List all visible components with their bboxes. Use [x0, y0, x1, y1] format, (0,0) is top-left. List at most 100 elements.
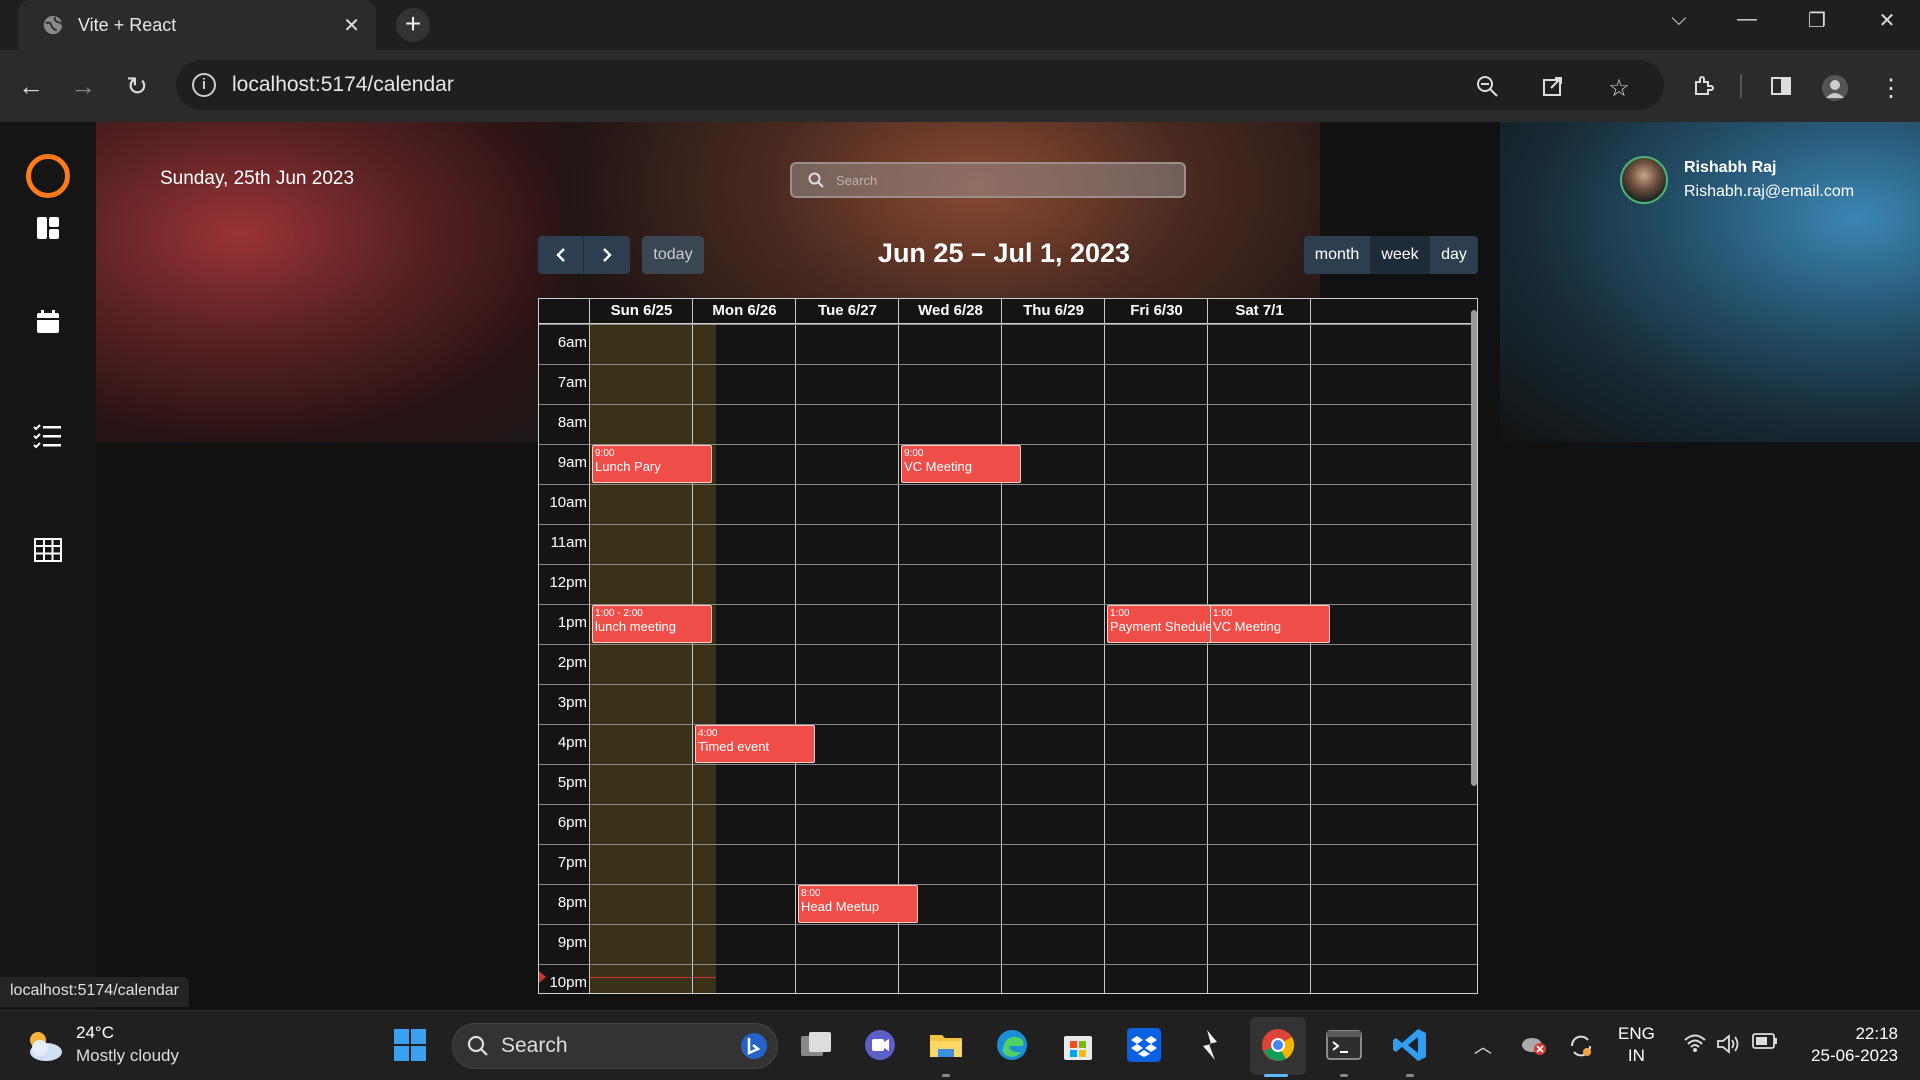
avatar[interactable] — [1620, 156, 1668, 204]
zoom-icon[interactable] — [1472, 74, 1502, 105]
task-view-icon[interactable] — [796, 1025, 836, 1065]
weather-widget[interactable]: 24°C Mostly cloudy — [24, 1023, 179, 1066]
calendar-event[interactable]: 8:00 Head Meetup — [798, 885, 918, 923]
teams-chat-icon[interactable] — [860, 1025, 900, 1065]
calendar-event[interactable]: 9:00 Lunch Pary — [592, 445, 712, 483]
day-header[interactable]: Sat 7/1 — [1208, 299, 1311, 323]
bookmark-star-icon[interactable]: ☆ — [1604, 74, 1634, 103]
calendar-event[interactable]: 4:00 Timed event — [695, 725, 815, 763]
volume-icon[interactable] — [1716, 1033, 1740, 1060]
close-window-button[interactable]: ✕ — [1872, 8, 1902, 33]
calendar-icon[interactable] — [32, 306, 64, 338]
edge-browser-icon[interactable] — [992, 1025, 1032, 1065]
cloudy-weather-icon — [30, 1031, 62, 1061]
time-slot-label: 8pm — [557, 894, 587, 911]
time-slot-label: 7pm — [557, 854, 587, 871]
calendar-scrollbar[interactable] — [1471, 310, 1477, 786]
share-icon[interactable] — [1538, 74, 1568, 105]
user-email: Rishabh.raj@email.com — [1684, 183, 1855, 200]
time-slot-label: 1pm — [557, 614, 587, 631]
cursor-app-icon[interactable] — [1190, 1025, 1230, 1065]
todo-list-icon[interactable] — [32, 420, 64, 452]
address-bar[interactable]: i localhost:5174/calendar — [176, 60, 1664, 110]
month-view-button[interactable]: month — [1304, 236, 1370, 274]
event-title: Timed event — [698, 739, 770, 754]
day-view-button[interactable]: day — [1430, 236, 1478, 274]
event-title: Lunch Pary — [595, 459, 661, 474]
app-logo[interactable] — [26, 154, 70, 198]
day-header[interactable]: Mon 6/26 — [693, 299, 796, 323]
calendar-event[interactable]: 1:00 - 2:00 lunch meeting — [592, 605, 712, 643]
day-header[interactable]: Sun 6/25 — [590, 299, 693, 323]
show-hidden-icons-chevron-icon[interactable]: ︿ — [1474, 1033, 1492, 1059]
calendar-event[interactable]: 1:00 VC Meeting — [1210, 605, 1330, 643]
site-info-icon[interactable]: i — [192, 73, 216, 97]
taskbar-search[interactable]: Search — [452, 1023, 778, 1069]
reload-icon[interactable]: ↻ — [120, 70, 154, 104]
hour-row-divider — [539, 924, 1477, 925]
event-time: 4:00 — [698, 728, 718, 739]
time-slot-label: 9am — [557, 454, 587, 471]
time-slot-label: 10pm — [549, 974, 587, 991]
app-root: Sunday, 25th Jun 2023 Rishabh Raj Rishab… — [0, 122, 1920, 1010]
side-panel-icon[interactable] — [1766, 74, 1796, 105]
system-clock[interactable]: 22:18 25-06-2023 — [1800, 1023, 1898, 1067]
status-bar-url: localhost:5174/calendar — [0, 977, 190, 1007]
bing-icon — [741, 1033, 767, 1059]
event-time: 9:00 — [595, 448, 615, 459]
dropbox-icon[interactable] — [1124, 1025, 1164, 1065]
time-slot-label: 5pm — [557, 774, 587, 791]
vscode-running-indicator — [1406, 1074, 1414, 1077]
dashboard-icon[interactable] — [32, 212, 64, 244]
calendar-event[interactable]: 9:00 VC Meeting — [901, 445, 1021, 483]
address-url[interactable]: localhost:5174/calendar — [232, 73, 454, 97]
windows-start-icon[interactable] — [390, 1025, 430, 1065]
forward-arrow-icon[interactable]: → — [66, 70, 100, 104]
browser-menu-icon[interactable]: ⋮ — [1876, 74, 1906, 103]
search-bar[interactable] — [790, 162, 1186, 198]
wifi-icon[interactable] — [1684, 1033, 1706, 1058]
sync-icon[interactable] — [1568, 1033, 1594, 1064]
tab-close-icon[interactable]: ✕ — [343, 13, 360, 38]
calendar-event[interactable]: 1:00 Payment Shedules — [1107, 605, 1227, 643]
profile-avatar-icon[interactable] — [1820, 74, 1850, 109]
day-header[interactable]: Thu 6/29 — [1002, 299, 1105, 323]
time-slot-label: 12pm — [549, 574, 587, 591]
terminal-running-indicator — [1340, 1074, 1348, 1077]
user-profile[interactable]: Rishabh Raj Rishabh.raj@email.com — [1620, 156, 1854, 204]
clock-time: 22:18 — [1855, 1024, 1898, 1043]
microsoft-store-icon[interactable] — [1058, 1025, 1098, 1065]
language-indicator[interactable]: ENG IN — [1618, 1023, 1655, 1067]
extensions-icon[interactable] — [1688, 74, 1718, 105]
chrome-icon[interactable] — [1258, 1025, 1298, 1065]
event-time: 1:00 — [1110, 608, 1130, 619]
tab-search-icon[interactable]: ⌵ — [1664, 8, 1694, 31]
battery-icon[interactable] — [1752, 1033, 1778, 1054]
vscode-icon[interactable] — [1390, 1025, 1430, 1065]
day-header[interactable]: Tue 6/27 — [796, 299, 899, 323]
week-view-button[interactable]: week — [1370, 236, 1430, 274]
onedrive-error-icon[interactable] — [1520, 1033, 1548, 1062]
day-header[interactable]: Wed 6/28 — [899, 299, 1002, 323]
tab-title: Vite + React — [78, 14, 177, 35]
hour-row-divider — [539, 844, 1477, 845]
table-icon[interactable] — [32, 534, 64, 566]
file-explorer-icon[interactable] — [926, 1025, 966, 1065]
event-title: lunch meeting — [595, 619, 676, 634]
restore-button[interactable]: ❐ — [1802, 8, 1832, 33]
event-title: Payment Shedules — [1110, 619, 1220, 634]
hour-row-divider — [539, 964, 1477, 965]
user-name: Rishabh Raj — [1684, 159, 1777, 176]
terminal-icon[interactable] — [1324, 1025, 1364, 1065]
search-input[interactable] — [836, 172, 1156, 188]
browser-tab-strip: Vite + React ✕ + ⌵ — ❐ ✕ — [0, 0, 1920, 50]
back-arrow-icon[interactable]: ← — [14, 70, 48, 104]
day-header[interactable]: Fri 6/30 — [1105, 299, 1208, 323]
event-time: 9:00 — [904, 448, 924, 459]
hour-row-divider — [539, 804, 1477, 805]
time-slot-label: 7am — [557, 374, 587, 391]
browser-tab[interactable]: Vite + React ✕ — [18, 0, 376, 50]
hour-row-divider — [539, 324, 1477, 325]
new-tab-button[interactable]: + — [396, 8, 430, 42]
minimize-button[interactable]: — — [1732, 8, 1762, 31]
